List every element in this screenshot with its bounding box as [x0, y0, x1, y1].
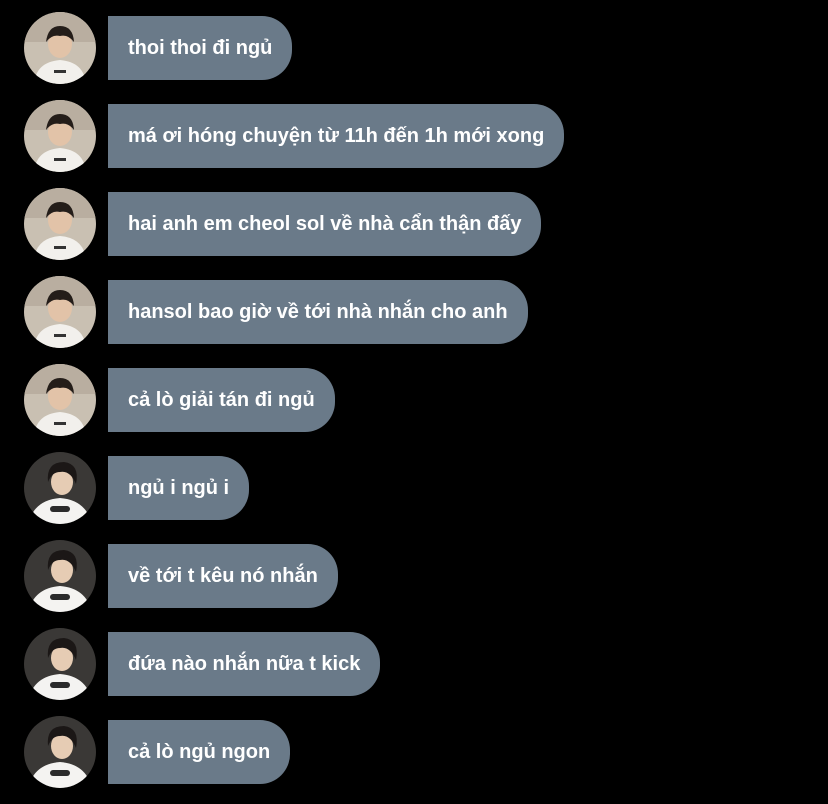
message-bubble[interactable]: thoi thoi đi ngủ	[108, 16, 293, 80]
avatar-photo-icon	[24, 540, 96, 612]
avatar-photo-icon	[24, 628, 96, 700]
message-row: ngủ i ngủ i	[0, 452, 828, 524]
user-avatar[interactable]	[24, 452, 96, 524]
avatar-photo-icon	[24, 12, 96, 84]
message-text: hai anh em cheol sol về nhà cẩn thận đấy	[128, 212, 522, 235]
message-text: thoi thoi đi ngủ	[128, 36, 273, 59]
message-bubble[interactable]: cả lò ngủ ngon	[108, 720, 291, 784]
message-text: má ơi hóng chuyện từ 11h đến 1h mới xong	[128, 124, 545, 147]
message-row: hansol bao giờ về tới nhà nhắn cho anh	[0, 276, 828, 348]
message-text: cả lò ngủ ngon	[128, 740, 271, 763]
message-bubble[interactable]: đứa nào nhắn nữa t kick	[108, 632, 381, 696]
avatar-photo-icon	[24, 716, 96, 788]
message-text: về tới t kêu nó nhắn	[128, 564, 318, 587]
message-row: thoi thoi đi ngủ	[0, 12, 828, 84]
message-row: đứa nào nhắn nữa t kick	[0, 628, 828, 700]
user-avatar[interactable]	[24, 364, 96, 436]
avatar-photo-icon	[24, 100, 96, 172]
chat-message-list: thoi thoi đi ngủ má ơi hóng chuyện từ 11…	[0, 0, 828, 804]
avatar-photo-icon	[24, 188, 96, 260]
message-text: hansol bao giờ về tới nhà nhắn cho anh	[128, 300, 508, 323]
message-bubble[interactable]: má ơi hóng chuyện từ 11h đến 1h mới xong	[108, 104, 565, 168]
user-avatar[interactable]	[24, 716, 96, 788]
user-avatar[interactable]	[24, 276, 96, 348]
message-row: cả lò ngủ ngon	[0, 716, 828, 788]
avatar-photo-icon	[24, 364, 96, 436]
message-text: cả lò giải tán đi ngủ	[128, 388, 315, 411]
message-row: hai anh em cheol sol về nhà cẩn thận đấy	[0, 188, 828, 260]
user-avatar[interactable]	[24, 188, 96, 260]
avatar-photo-icon	[24, 276, 96, 348]
user-avatar[interactable]	[24, 540, 96, 612]
message-row: về tới t kêu nó nhắn	[0, 540, 828, 612]
message-bubble[interactable]: về tới t kêu nó nhắn	[108, 544, 338, 608]
message-text: ngủ i ngủ i	[128, 476, 230, 499]
message-row: má ơi hóng chuyện từ 11h đến 1h mới xong	[0, 100, 828, 172]
message-text: đứa nào nhắn nữa t kick	[128, 652, 361, 675]
message-bubble[interactable]: ngủ i ngủ i	[108, 456, 250, 520]
message-bubble[interactable]: hai anh em cheol sol về nhà cẩn thận đấy	[108, 192, 542, 256]
message-bubble[interactable]: cả lò giải tán đi ngủ	[108, 368, 335, 432]
message-bubble[interactable]: hansol bao giờ về tới nhà nhắn cho anh	[108, 280, 528, 344]
user-avatar[interactable]	[24, 100, 96, 172]
avatar-photo-icon	[24, 452, 96, 524]
user-avatar[interactable]	[24, 12, 96, 84]
user-avatar[interactable]	[24, 628, 96, 700]
message-row: cả lò giải tán đi ngủ	[0, 364, 828, 436]
